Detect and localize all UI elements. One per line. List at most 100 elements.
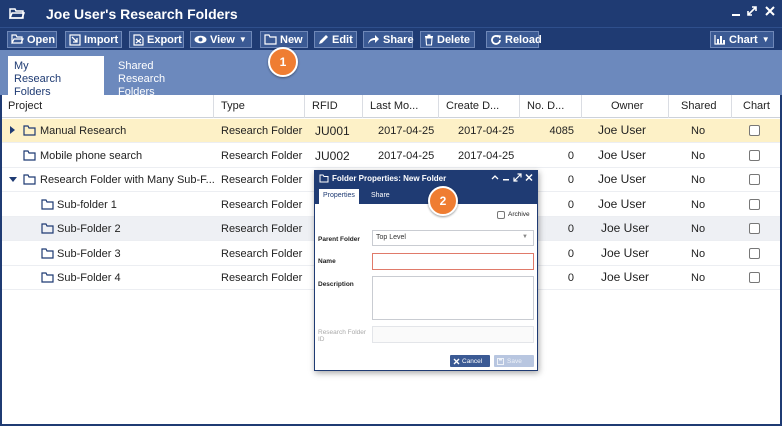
tab-label-line1: My bbox=[14, 60, 29, 72]
tab-share[interactable]: Share bbox=[367, 189, 394, 204]
maximize-icon[interactable] bbox=[513, 173, 522, 184]
export-icon bbox=[133, 33, 144, 46]
last-modified-cell: 2017-04-25 bbox=[378, 125, 435, 137]
column-header-project[interactable]: Project bbox=[8, 100, 42, 112]
owner-cell: Joe User bbox=[601, 221, 650, 235]
type-cell: Research Folder bbox=[221, 150, 303, 162]
collapse-icon[interactable] bbox=[491, 173, 499, 184]
close-icon bbox=[453, 358, 460, 364]
owner-cell: Joe User bbox=[601, 246, 650, 260]
expand-caret-icon[interactable] bbox=[10, 126, 15, 134]
shared-cell: No bbox=[691, 150, 706, 162]
type-cell: Research Folder bbox=[221, 248, 303, 260]
chart-checkbox[interactable] bbox=[749, 150, 760, 161]
folder-icon bbox=[319, 174, 329, 185]
research-folder-id-input[interactable] bbox=[372, 326, 534, 343]
rfid-cell: JU002 bbox=[315, 149, 350, 163]
dialog-tabs: Properties Share bbox=[315, 186, 537, 204]
close-icon[interactable] bbox=[765, 5, 775, 20]
column-header-chart[interactable]: Chart bbox=[743, 100, 770, 112]
minimize-icon[interactable] bbox=[731, 5, 741, 20]
share-button[interactable]: Share bbox=[363, 31, 414, 48]
tab-my-research-folders[interactable]: My Research Folders bbox=[8, 56, 104, 98]
toolbar: Open Import Export View ▼ New Edit Share… bbox=[0, 27, 782, 50]
project-name: Sub-Folder 4 bbox=[57, 272, 121, 284]
description-textarea[interactable] bbox=[372, 276, 534, 320]
folder-icon bbox=[41, 248, 54, 262]
new-label: New bbox=[280, 33, 303, 46]
chart-dropdown[interactable]: Chart ▼ bbox=[710, 31, 774, 48]
chart-checkbox[interactable] bbox=[749, 223, 760, 234]
chart-label: Chart bbox=[729, 33, 758, 46]
save-button[interactable]: Save bbox=[494, 355, 534, 367]
callout-badge-2: 2 bbox=[428, 186, 458, 216]
edit-button[interactable]: Edit bbox=[314, 31, 357, 48]
view-dropdown[interactable]: View ▼ bbox=[190, 31, 252, 48]
parent-folder-select[interactable]: Top Level ▼ bbox=[372, 230, 534, 246]
chevron-down-icon: ▼ bbox=[238, 35, 247, 44]
close-icon[interactable] bbox=[525, 173, 533, 184]
chart-checkbox[interactable] bbox=[749, 199, 760, 210]
project-name: Sub-folder 1 bbox=[57, 199, 117, 211]
docs-count-cell: 0 bbox=[567, 150, 574, 162]
cancel-label: Cancel bbox=[462, 357, 483, 365]
eye-icon bbox=[194, 35, 207, 44]
export-button[interactable]: Export bbox=[129, 31, 184, 48]
archive-label: Archive bbox=[508, 211, 530, 218]
shared-cell: No bbox=[691, 125, 706, 137]
chart-checkbox[interactable] bbox=[749, 272, 760, 283]
name-input[interactable] bbox=[372, 253, 534, 270]
chevron-down-icon: ▼ bbox=[761, 35, 770, 44]
table-row[interactable]: Mobile phone search Research Folder JU00… bbox=[2, 144, 780, 168]
reload-button[interactable]: Reload bbox=[486, 31, 542, 48]
restore-icon[interactable] bbox=[746, 5, 758, 20]
chart-checkbox[interactable] bbox=[749, 248, 760, 259]
folder-icon bbox=[264, 34, 277, 45]
open-button[interactable]: Open bbox=[7, 31, 57, 48]
table-row[interactable]: Manual Research Research Folder JU001 20… bbox=[2, 119, 780, 143]
minimize-icon[interactable] bbox=[502, 173, 510, 184]
parent-folder-value: Top Level bbox=[376, 234, 406, 241]
type-cell: Research Folder bbox=[221, 199, 303, 211]
save-label: Save bbox=[507, 357, 522, 365]
open-label: Open bbox=[27, 33, 56, 46]
parent-folder-label: Parent Folder bbox=[318, 236, 360, 243]
research-folder-id-label: Research Folder ID bbox=[318, 329, 366, 343]
shared-cell: No bbox=[691, 199, 706, 211]
column-header-shared[interactable]: Shared bbox=[681, 100, 716, 112]
new-button[interactable]: New bbox=[260, 31, 308, 48]
import-button[interactable]: Import bbox=[65, 31, 122, 48]
tab-properties[interactable]: Properties bbox=[319, 189, 359, 204]
dialog-title-bar[interactable]: Folder Properties: New Folder bbox=[315, 171, 537, 186]
last-modified-cell: 2017-04-25 bbox=[378, 150, 435, 162]
owner-cell: Joe User bbox=[598, 172, 647, 186]
owner-cell: Joe User bbox=[598, 123, 647, 137]
callout-badge-1: 1 bbox=[268, 47, 298, 77]
column-header-owner[interactable]: Owner bbox=[611, 100, 643, 112]
column-header-type[interactable]: Type bbox=[221, 100, 245, 112]
column-header-created[interactable]: Create D... bbox=[446, 100, 499, 112]
column-header-docs[interactable]: No. D... bbox=[527, 100, 564, 112]
project-name: Mobile phone search bbox=[40, 150, 143, 162]
window-title: Joe User's Research Folders bbox=[46, 6, 238, 22]
delete-button[interactable]: Delete bbox=[420, 31, 475, 48]
chart-checkbox[interactable] bbox=[749, 125, 760, 136]
share-icon bbox=[368, 35, 379, 44]
folder-open-icon bbox=[8, 7, 26, 23]
created-cell: 2017-04-25 bbox=[458, 150, 515, 162]
folder-tabs: My Research Folders Shared Research Fold… bbox=[0, 50, 782, 98]
shared-cell: No bbox=[691, 248, 706, 260]
research-folder-id-label-line2: ID bbox=[318, 336, 325, 343]
folder-icon bbox=[41, 199, 54, 213]
chart-checkbox[interactable] bbox=[749, 174, 760, 185]
column-header-rfid[interactable]: RFID bbox=[312, 100, 338, 112]
project-name: Research Folder with Many Sub-F... bbox=[40, 174, 215, 186]
column-header-last-modified[interactable]: Last Mo... bbox=[370, 100, 418, 112]
dialog-title: Folder Properties: New Folder bbox=[332, 174, 447, 183]
title-bar: Joe User's Research Folders bbox=[0, 0, 782, 27]
tab-shared-research-folders[interactable]: Shared Research Folders bbox=[112, 56, 212, 98]
archive-checkbox[interactable] bbox=[497, 211, 505, 219]
cancel-button[interactable]: Cancel bbox=[450, 355, 490, 367]
owner-cell: Joe User bbox=[598, 197, 647, 211]
collapse-caret-icon[interactable] bbox=[9, 177, 17, 182]
